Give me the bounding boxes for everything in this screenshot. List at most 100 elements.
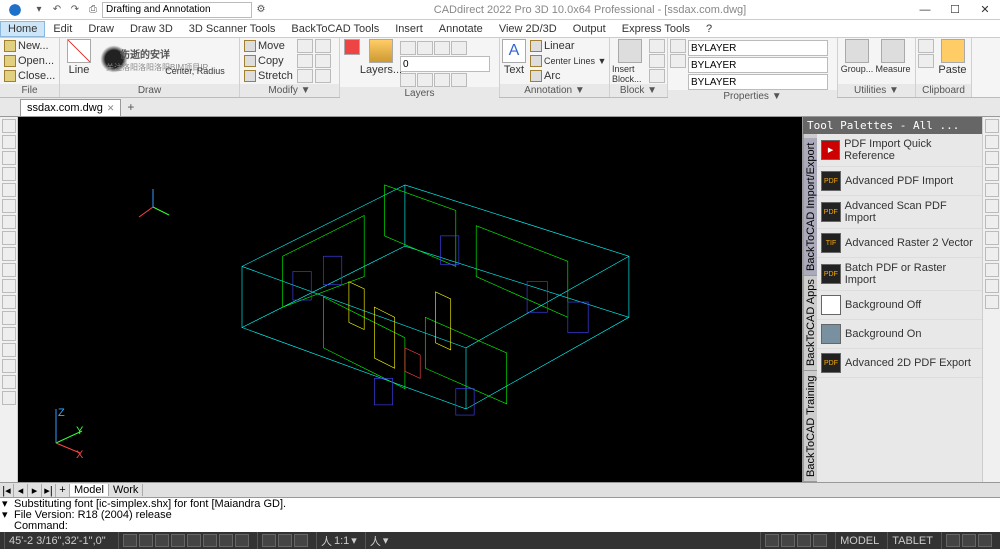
vtool-icon[interactable] [985, 231, 999, 245]
vtool-icon[interactable] [2, 151, 16, 165]
close-button[interactable]: ✕ [970, 0, 1000, 20]
palette-item[interactable]: PDFAdvanced Scan PDF Import [817, 196, 982, 229]
scale-readout[interactable]: 1:1 [334, 535, 349, 547]
workspace-combo[interactable] [102, 2, 252, 18]
vtool-icon[interactable] [985, 279, 999, 293]
new-button[interactable]: New... [2, 39, 57, 53]
layer-iso-icon[interactable] [400, 73, 416, 87]
palette-tab[interactable]: BackToCAD Apps [804, 276, 817, 372]
grid-icon[interactable] [139, 534, 153, 547]
tab-close-icon[interactable]: ✕ [107, 103, 115, 114]
polar-icon[interactable] [171, 534, 185, 547]
vtool-icon[interactable] [2, 295, 16, 309]
arc-dim-button[interactable]: Arc [528, 69, 608, 83]
vtool-icon[interactable] [2, 199, 16, 213]
menu-edit[interactable]: Edit [45, 21, 80, 37]
palette-item[interactable]: ▶PDF Import Quick Reference [817, 134, 982, 167]
palette-item[interactable]: Background On [817, 320, 982, 349]
vtool-icon[interactable] [2, 119, 16, 133]
redo-icon[interactable]: ↷ [68, 3, 82, 17]
lineweight-selector[interactable] [688, 57, 828, 73]
menu-view2d3d[interactable]: View 2D/3D [491, 21, 565, 37]
status-icon[interactable] [262, 534, 276, 547]
gear-icon[interactable]: ⚙ [254, 3, 268, 17]
block-attr-icon[interactable] [649, 69, 665, 83]
ortho-icon[interactable] [155, 534, 169, 547]
work-tab[interactable]: Work [109, 484, 143, 496]
osnap-icon[interactable] [187, 534, 201, 547]
vtool-icon[interactable] [2, 135, 16, 149]
vtool-icon[interactable] [985, 215, 999, 229]
drawing-canvas[interactable]: ZYX [18, 117, 802, 482]
match-prop-icon[interactable] [670, 39, 686, 53]
vtool-icon[interactable] [2, 327, 16, 341]
vtool-icon[interactable] [985, 295, 999, 309]
menu-3dscanner[interactable]: 3D Scanner Tools [181, 21, 284, 37]
palette-item[interactable]: TIFAdvanced Raster 2 Vector [817, 229, 982, 258]
model-tab[interactable]: Model [70, 484, 109, 496]
status-icon[interactable] [946, 534, 960, 547]
layer-state-icon[interactable] [451, 73, 467, 87]
vtool-icon[interactable] [2, 247, 16, 261]
new-tab-button[interactable]: + [121, 98, 140, 116]
layer-freeze-icon[interactable] [400, 41, 416, 55]
palette-item[interactable]: PDFBatch PDF or Raster Import [817, 258, 982, 291]
menu-output[interactable]: Output [565, 21, 614, 37]
fillet-icon[interactable] [315, 54, 331, 68]
menu-insert[interactable]: Insert [387, 21, 431, 37]
status-icon[interactable] [278, 534, 292, 547]
menu-home[interactable]: Home [0, 21, 45, 37]
rotate-icon[interactable] [297, 39, 313, 53]
otrack-icon[interactable] [203, 534, 217, 547]
menu-backtocad[interactable]: BackToCAD Tools [283, 21, 387, 37]
menu-help[interactable]: ? [698, 21, 720, 37]
block-edit-icon[interactable] [649, 39, 665, 53]
linear-dim-button[interactable]: Linear [528, 39, 608, 53]
prop-list-icon[interactable] [670, 54, 686, 68]
command-window[interactable]: ▾▾ Substituting font [ic-simplex.shx] fo… [0, 497, 1000, 532]
vtool-icon[interactable] [985, 135, 999, 149]
tab-next-icon[interactable]: ▸ [28, 484, 42, 497]
menu-annotate[interactable]: Annotate [431, 21, 491, 37]
palette-title[interactable]: Tool Palettes - All ... [803, 117, 982, 134]
minimize-button[interactable]: — [910, 0, 940, 20]
close-file-button[interactable]: Close... [2, 69, 57, 83]
maximize-button[interactable]: ☐ [940, 0, 970, 20]
copy-button[interactable]: Copy [242, 54, 295, 68]
status-icon[interactable] [978, 534, 992, 547]
vtool-icon[interactable] [2, 183, 16, 197]
lwt-icon[interactable] [219, 534, 233, 547]
copy-clip-icon[interactable] [918, 54, 934, 68]
layer-match-icon[interactable] [417, 73, 433, 87]
vtool-icon[interactable] [2, 343, 16, 357]
open-button[interactable]: Open... [2, 54, 57, 68]
vtool-icon[interactable] [985, 183, 999, 197]
layer-color-icon[interactable] [451, 41, 467, 55]
measure-button[interactable]: Measure [876, 39, 910, 74]
move-button[interactable]: Move [242, 39, 295, 53]
delete-button[interactable] [342, 39, 362, 56]
print-icon[interactable]: ⎙ [86, 3, 100, 17]
vtool-icon[interactable] [985, 263, 999, 277]
vtool-icon[interactable] [2, 391, 16, 405]
vtool-icon[interactable] [2, 375, 16, 389]
vtool-icon[interactable] [2, 359, 16, 373]
group-button[interactable]: Group... [840, 39, 874, 74]
vtool-icon[interactable] [985, 151, 999, 165]
tablet-mode[interactable]: TABLET [887, 532, 937, 549]
palette-item[interactable]: PDFAdvanced 2D PDF Export [817, 349, 982, 378]
linetype-selector[interactable] [688, 74, 828, 90]
layer-off-icon[interactable] [434, 41, 450, 55]
app-logo[interactable] [4, 1, 26, 19]
insert-block-button[interactable]: Insert Block... [612, 39, 647, 84]
vtool-icon[interactable] [985, 167, 999, 181]
trim-icon[interactable] [315, 39, 331, 53]
vtool-icon[interactable] [2, 279, 16, 293]
recent-icon[interactable]: ▾ [32, 3, 46, 17]
layer-selector[interactable] [400, 56, 490, 72]
mirror-icon[interactable] [297, 54, 313, 68]
status-icon[interactable] [797, 534, 811, 547]
status-icon[interactable] [765, 534, 779, 547]
menu-draw[interactable]: Draw [80, 21, 122, 37]
dyn-icon[interactable] [235, 534, 249, 547]
